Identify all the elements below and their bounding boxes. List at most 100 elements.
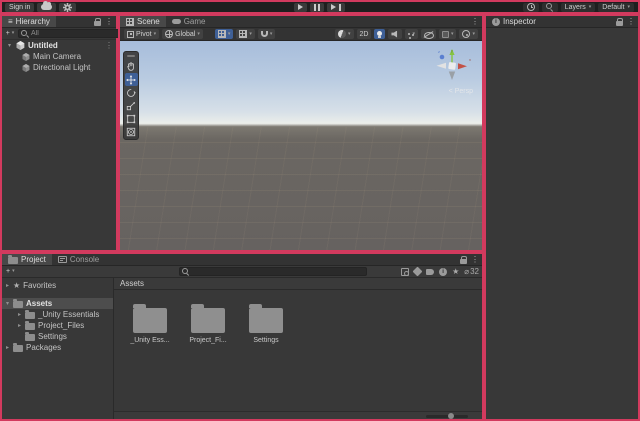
lighting-toggle[interactable] xyxy=(374,29,385,39)
scene-root-row[interactable]: ▾ Untitled ⋮ xyxy=(2,40,116,51)
draw-mode-dropdown[interactable]: ▾ xyxy=(335,29,354,39)
view-hand-tool[interactable] xyxy=(125,60,138,73)
scale-tool[interactable] xyxy=(125,99,138,112)
orientation-gizmo[interactable]: y x z xyxy=(430,47,474,87)
move-tool[interactable] xyxy=(125,73,138,86)
grid-snap-toggle[interactable]: ▾ xyxy=(215,29,234,39)
svg-text:z: z xyxy=(438,49,440,54)
hierarchy-search-input[interactable] xyxy=(31,30,122,37)
console-icon xyxy=(58,256,67,263)
folder-open-icon xyxy=(13,301,23,308)
lightbulb-icon xyxy=(377,31,382,36)
settings-button[interactable] xyxy=(59,3,76,12)
hidden-objects-toggle[interactable] xyxy=(421,29,436,39)
speaker-icon xyxy=(391,31,399,38)
scene-toolbar: Pivot ▾ Global ▾ ▾ ▾ ▾ xyxy=(120,28,482,41)
asset-grid: _Unity Ess... Project_Fi... Settings xyxy=(114,290,482,411)
tab-inspector[interactable]: i Inspector xyxy=(486,16,542,27)
camera-settings-dropdown[interactable]: ▾ xyxy=(439,29,457,39)
rotate-tool[interactable] xyxy=(125,86,138,99)
tree-item-packages[interactable]: ▸ Packages xyxy=(2,342,113,353)
foldout-closed-icon[interactable]: ▸ xyxy=(5,344,10,351)
rect-tool[interactable] xyxy=(125,112,138,125)
tree-item-unity-essentials[interactable]: ▸ _Unity Essentials xyxy=(2,309,113,320)
hierarchy-item-directional-light[interactable]: Directional Light xyxy=(2,62,116,73)
folder-icon xyxy=(8,257,18,264)
increment-snap-dropdown[interactable]: ▾ xyxy=(236,29,255,39)
play-button[interactable] xyxy=(294,3,307,12)
kebab-menu-icon[interactable]: ⋮ xyxy=(627,18,635,26)
layout-dropdown[interactable]: Default▾ xyxy=(598,3,634,12)
pivot-dropdown[interactable]: Pivot ▾ xyxy=(124,29,159,39)
project-search-field[interactable] xyxy=(179,267,367,276)
2d-toggle[interactable]: 2D xyxy=(357,29,372,39)
tab-scene[interactable]: Scene xyxy=(120,16,166,27)
tab-console[interactable]: Console xyxy=(52,254,105,265)
project-content: Assets _Unity Ess... Project_Fi... Setti… xyxy=(114,278,482,419)
foldout-open-icon[interactable]: ▾ xyxy=(8,42,13,49)
gizmos-dropdown[interactable]: ▾ xyxy=(459,29,478,39)
snap-settings-dropdown[interactable]: ▾ xyxy=(258,29,276,39)
foldout-open-icon[interactable]: ▾ xyxy=(5,300,10,307)
asset-folder-unity-essentials[interactable]: _Unity Ess... xyxy=(124,304,176,344)
global-dropdown[interactable]: Global ▾ xyxy=(162,29,203,39)
hierarchy-panel: ≡ Hierarchy ⋮ +▾ ▾ Untitled ⋮ xyxy=(0,14,118,252)
scene-panel: Scene Game ⋮ Pivot ▾ Global ▾ xyxy=(118,14,484,252)
tree-item-settings[interactable]: Settings xyxy=(2,331,113,342)
step-icon xyxy=(331,4,336,10)
asset-folder-project-files[interactable]: Project_Fi... xyxy=(182,304,234,344)
foldout-closed-icon[interactable]: ▸ xyxy=(17,311,22,318)
project-tree: ▸ ★ Favorites ▾ Assets ▸ _Unity Essentia… xyxy=(2,278,114,419)
tree-item-favorites[interactable]: ▸ ★ Favorites xyxy=(2,280,113,291)
tab-project[interactable]: Project xyxy=(2,254,52,265)
chevron-down-icon: ▾ xyxy=(197,32,200,37)
transform-tool[interactable] xyxy=(125,125,138,138)
hierarchy-item-main-camera[interactable]: Main Camera xyxy=(2,51,116,62)
pause-button[interactable] xyxy=(310,3,324,12)
create-asset-button[interactable]: +▾ xyxy=(5,267,16,276)
scene-viewport[interactable]: y x z < Persp xyxy=(120,41,482,250)
gameobject-cube-icon xyxy=(22,64,30,72)
chevron-down-icon: ▾ xyxy=(451,32,454,37)
asset-folder-settings[interactable]: Settings xyxy=(240,304,292,344)
tab-game[interactable]: Game xyxy=(166,16,212,27)
breadcrumb: Assets xyxy=(114,278,482,290)
lock-icon[interactable] xyxy=(94,18,101,26)
shaded-sphere-icon xyxy=(338,30,346,38)
kebab-menu-icon[interactable]: ⋮ xyxy=(471,18,479,26)
search-in-window-icon[interactable] xyxy=(401,268,409,276)
favorite-search-icon[interactable]: ★ xyxy=(452,267,459,276)
create-object-button[interactable]: +▾ xyxy=(5,29,15,38)
overlay-drag-handle[interactable] xyxy=(127,55,135,57)
chevron-down-icon: ▾ xyxy=(348,32,351,37)
lock-icon[interactable] xyxy=(616,18,623,26)
foldout-closed-icon[interactable]: ▸ xyxy=(5,282,10,289)
audio-toggle[interactable] xyxy=(388,29,402,39)
cloud-services-button[interactable] xyxy=(37,3,56,12)
package-filter-icon[interactable] xyxy=(413,267,423,277)
search-icon xyxy=(21,30,29,38)
project-search-input[interactable] xyxy=(192,268,364,275)
sign-in-button[interactable]: Sign in xyxy=(5,3,34,12)
icon-size-slider[interactable] xyxy=(426,415,468,418)
perspective-label[interactable]: < Persp xyxy=(449,88,473,95)
foldout-closed-icon[interactable]: ▸ xyxy=(17,322,22,329)
effects-dropdown[interactable]: ▾ xyxy=(405,29,418,39)
hierarchy-search-field[interactable] xyxy=(18,29,125,38)
svg-text:x: x xyxy=(469,57,471,62)
history-button[interactable] xyxy=(523,3,539,12)
kebab-menu-icon[interactable]: ⋮ xyxy=(105,18,113,26)
tab-hierarchy[interactable]: ≡ Hierarchy xyxy=(2,16,56,27)
tree-item-assets[interactable]: ▾ Assets xyxy=(2,298,113,309)
info-icon[interactable]: i xyxy=(439,268,447,276)
global-search-button[interactable] xyxy=(542,3,558,12)
label-filter-icon[interactable] xyxy=(426,269,434,275)
layers-dropdown[interactable]: Layers▾ xyxy=(561,3,596,12)
kebab-menu-icon[interactable]: ⋮ xyxy=(471,256,479,264)
lock-icon[interactable] xyxy=(460,256,467,264)
kebab-menu-icon[interactable]: ⋮ xyxy=(105,42,113,50)
camera-icon xyxy=(442,31,449,38)
tree-item-project-files[interactable]: ▸ Project_Files xyxy=(2,320,113,331)
search-icon xyxy=(546,3,554,11)
step-button[interactable] xyxy=(327,3,345,12)
